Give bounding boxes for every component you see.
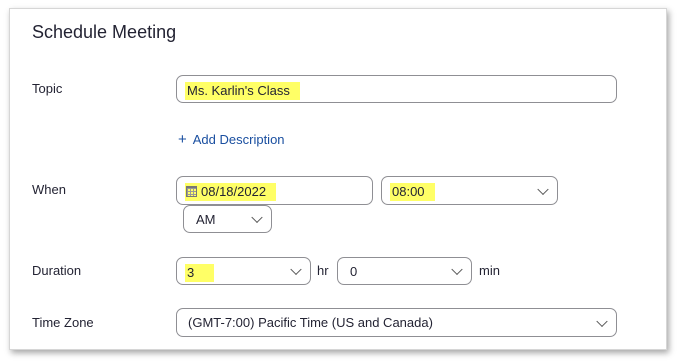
ampm-select[interactable]: AM	[183, 205, 272, 233]
time-value: 08:00	[390, 183, 435, 201]
add-description-link[interactable]: + Add Description	[178, 131, 285, 148]
hr-unit: hr	[317, 263, 329, 278]
timezone-label: Time Zone	[32, 315, 94, 330]
topic-label: Topic	[32, 81, 63, 96]
timezone-value: (GMT-7:00) Pacific Time (US and Canada)	[188, 315, 433, 330]
topic-input[interactable]: Ms. Karlin's Class	[176, 75, 617, 103]
timezone-select[interactable]: (GMT-7:00) Pacific Time (US and Canada)	[176, 308, 617, 337]
page-title: Schedule Meeting	[32, 22, 177, 42]
date-value-wrap: 08/18/2022	[185, 183, 277, 201]
minutes-value: 0	[350, 264, 358, 279]
duration-label: Duration	[32, 263, 82, 278]
chevron-down-icon	[537, 183, 549, 195]
duration-hours-select[interactable]: 3	[176, 257, 311, 285]
chevron-down-icon	[596, 315, 608, 327]
plus-icon: +	[178, 131, 187, 148]
date-value: 08/18/2022	[201, 184, 267, 199]
duration-minutes-select[interactable]: 0	[337, 257, 472, 285]
add-description-label: Add Description	[192, 132, 285, 147]
calendar-icon	[186, 186, 197, 197]
ampm-value: AM	[196, 212, 216, 227]
min-unit: min	[479, 263, 500, 278]
topic-value: Ms. Karlin's Class	[185, 82, 300, 100]
schedule-meeting-panel: Schedule Meeting Topic Ms. Karlin's Clas…	[9, 8, 667, 350]
time-select[interactable]: 08:00	[381, 176, 558, 205]
chevron-down-icon	[290, 263, 302, 276]
hours-value: 3	[185, 264, 215, 282]
chevron-down-icon	[451, 263, 463, 276]
date-picker[interactable]: 08/18/2022	[176, 176, 373, 205]
when-label: When	[32, 182, 66, 197]
chevron-down-icon	[251, 211, 263, 224]
